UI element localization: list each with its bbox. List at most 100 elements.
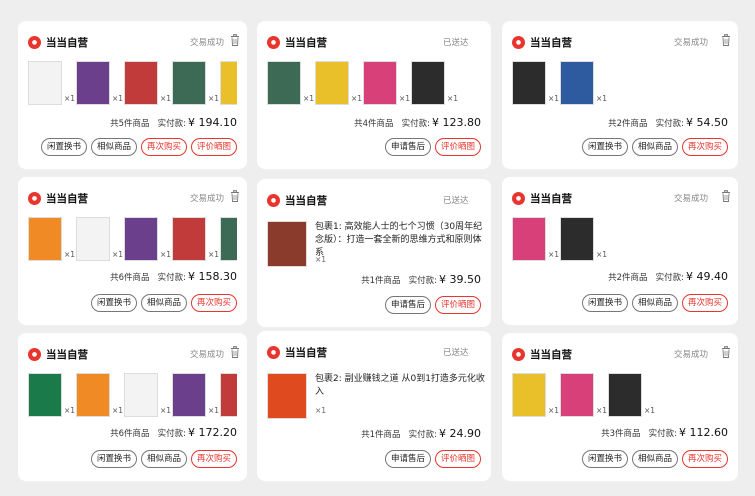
package-title[interactable]: 包裹1: 高效能人士的七个习惯（30周年纪念版）：打造一套全新的思维方式和原则体…	[315, 221, 485, 260]
item-quantity: ×1	[548, 94, 560, 103]
action-button[interactable]: 相似商品	[631, 294, 678, 312]
trash-icon[interactable]	[230, 190, 240, 202]
action-button[interactable]: 再次购买	[140, 138, 187, 156]
item-quantity: ×1	[596, 250, 608, 259]
store-logo: ●	[28, 36, 41, 49]
action-button[interactable]: 再次购买	[190, 294, 237, 312]
action-button[interactable]: 相似商品	[631, 138, 678, 156]
action-button[interactable]: 相似商品	[140, 450, 187, 468]
action-button[interactable]: 闲置换书	[40, 138, 87, 156]
book-cover[interactable]	[172, 373, 206, 417]
store-header[interactable]: ● 当当自营	[267, 193, 327, 208]
book-cover[interactable]	[220, 61, 237, 105]
order-summary: 共2件商品 实付款: ¥ 49.40	[608, 270, 728, 283]
order-card: ● 当当自营 交易成功 ×1 ×1 ×1 共3件商品 实付款: ¥ 112.60 闲置换书 相似商…	[502, 333, 738, 481]
book-cover[interactable]	[124, 217, 158, 261]
book-cover[interactable]	[267, 221, 307, 267]
action-button[interactable]: 闲置换书	[90, 450, 137, 468]
action-buttons: 申请售后 评价晒图	[384, 138, 481, 156]
trash-icon[interactable]	[721, 346, 731, 358]
book-cover[interactable]	[124, 373, 158, 417]
action-button[interactable]: 闲置换书	[90, 294, 137, 312]
item-quantity: ×1	[315, 255, 327, 264]
item-quantity: ×1	[112, 250, 124, 259]
book-cover[interactable]	[28, 217, 62, 261]
store-name: 当当自营	[46, 193, 88, 205]
trash-icon[interactable]	[721, 34, 731, 46]
store-header[interactable]: ● 当当自营	[28, 347, 88, 362]
store-header[interactable]: ● 当当自营	[28, 35, 88, 50]
package-title[interactable]: 包裹2: 副业赚钱之道 从0到1打造多元化收入	[315, 373, 485, 399]
action-button[interactable]: 闲置换书	[581, 294, 628, 312]
book-cover[interactable]	[28, 373, 62, 417]
book-cover[interactable]	[315, 61, 349, 105]
store-header[interactable]: ● 当当自营	[267, 345, 327, 360]
action-button[interactable]: 申请售后	[384, 296, 431, 314]
book-cover[interactable]	[76, 61, 110, 105]
book-cover[interactable]	[560, 217, 594, 261]
action-button[interactable]: 再次购买	[190, 450, 237, 468]
paid-amount: ¥ 24.90	[439, 427, 481, 440]
book-cover[interactable]	[512, 373, 546, 417]
book-cover[interactable]	[560, 61, 594, 105]
book-thumbnails[interactable]: ×1 ×1	[512, 217, 728, 273]
book-cover[interactable]	[124, 61, 158, 105]
action-button[interactable]: 申请售后	[384, 450, 431, 468]
paid-label: 实付款:	[655, 119, 684, 129]
action-button[interactable]: 闲置换书	[581, 138, 628, 156]
order-card: ● 当当自营 已送达 包裹2: 副业赚钱之道 从0到1打造多元化收入 ×1 共1件商品 实…	[257, 331, 491, 481]
action-button[interactable]: 评价晒图	[190, 138, 237, 156]
action-button[interactable]: 相似商品	[90, 138, 137, 156]
book-cover[interactable]	[512, 61, 546, 105]
book-cover[interactable]	[560, 373, 594, 417]
item-quantity: ×1	[208, 406, 220, 415]
store-header[interactable]: ● 当当自营	[512, 191, 572, 206]
store-name: 当当自营	[285, 195, 327, 207]
action-button[interactable]: 评价晒图	[434, 138, 481, 156]
book-cover[interactable]	[267, 373, 307, 419]
book-cover[interactable]	[172, 217, 206, 261]
book-cover[interactable]	[220, 373, 237, 417]
store-header[interactable]: ● 当当自营	[512, 347, 572, 362]
book-thumbnails[interactable]: ×1×1×1×1×1×1	[28, 373, 237, 429]
book-cover[interactable]	[608, 373, 642, 417]
book-thumbnails[interactable]: ×1×1×1×1×1×1	[28, 217, 237, 273]
book-cover[interactable]	[76, 373, 110, 417]
action-button[interactable]: 申请售后	[384, 138, 431, 156]
action-button[interactable]: 评价晒图	[434, 296, 481, 314]
order-status: 已送达	[443, 38, 469, 48]
action-button[interactable]: 评价晒图	[434, 450, 481, 468]
action-button[interactable]: 闲置换书	[581, 450, 628, 468]
item-quantity: ×1	[548, 406, 560, 415]
action-buttons: 闲置换书 相似商品 再次购买	[581, 138, 728, 156]
action-button[interactable]: 相似商品	[631, 450, 678, 468]
action-button[interactable]: 相似商品	[140, 294, 187, 312]
order-status: 交易成功	[674, 38, 709, 48]
book-cover[interactable]	[411, 61, 445, 105]
trash-icon[interactable]	[230, 346, 240, 358]
store-header[interactable]: ● 当当自营	[267, 35, 327, 50]
order-card: ●当当自营交易成功×1×1×1×1×1×1共6件商品 实付款:¥ 158.30闲…	[18, 177, 247, 325]
action-button[interactable]: 再次购买	[681, 450, 728, 468]
order-status: 交易成功	[190, 38, 225, 48]
trash-icon[interactable]	[230, 34, 240, 46]
book-thumbnails[interactable]: ×1×1×1×1×1	[28, 61, 237, 117]
book-thumbnails[interactable]: ×1 ×1 ×1	[512, 373, 728, 429]
action-button[interactable]: 再次购买	[681, 138, 728, 156]
book-cover[interactable]	[76, 217, 110, 261]
store-header[interactable]: ● 当当自营	[28, 191, 88, 206]
item-quantity: ×1	[208, 250, 220, 259]
book-cover[interactable]	[172, 61, 206, 105]
book-cover[interactable]	[28, 61, 62, 105]
action-buttons: 闲置换书 相似商品 再次购买	[581, 450, 728, 468]
book-cover[interactable]	[363, 61, 397, 105]
action-button[interactable]: 再次购买	[681, 294, 728, 312]
book-thumbnails[interactable]: ×1 ×1	[512, 61, 728, 117]
book-thumbnails[interactable]: ×1 ×1 ×1 ×1	[267, 61, 481, 117]
book-cover[interactable]	[512, 217, 546, 261]
book-cover[interactable]	[267, 61, 301, 105]
book-cover[interactable]	[220, 217, 237, 261]
store-header[interactable]: ● 当当自营	[512, 35, 572, 50]
paid-amount: ¥ 194.10	[188, 116, 237, 129]
trash-icon[interactable]	[721, 190, 731, 202]
